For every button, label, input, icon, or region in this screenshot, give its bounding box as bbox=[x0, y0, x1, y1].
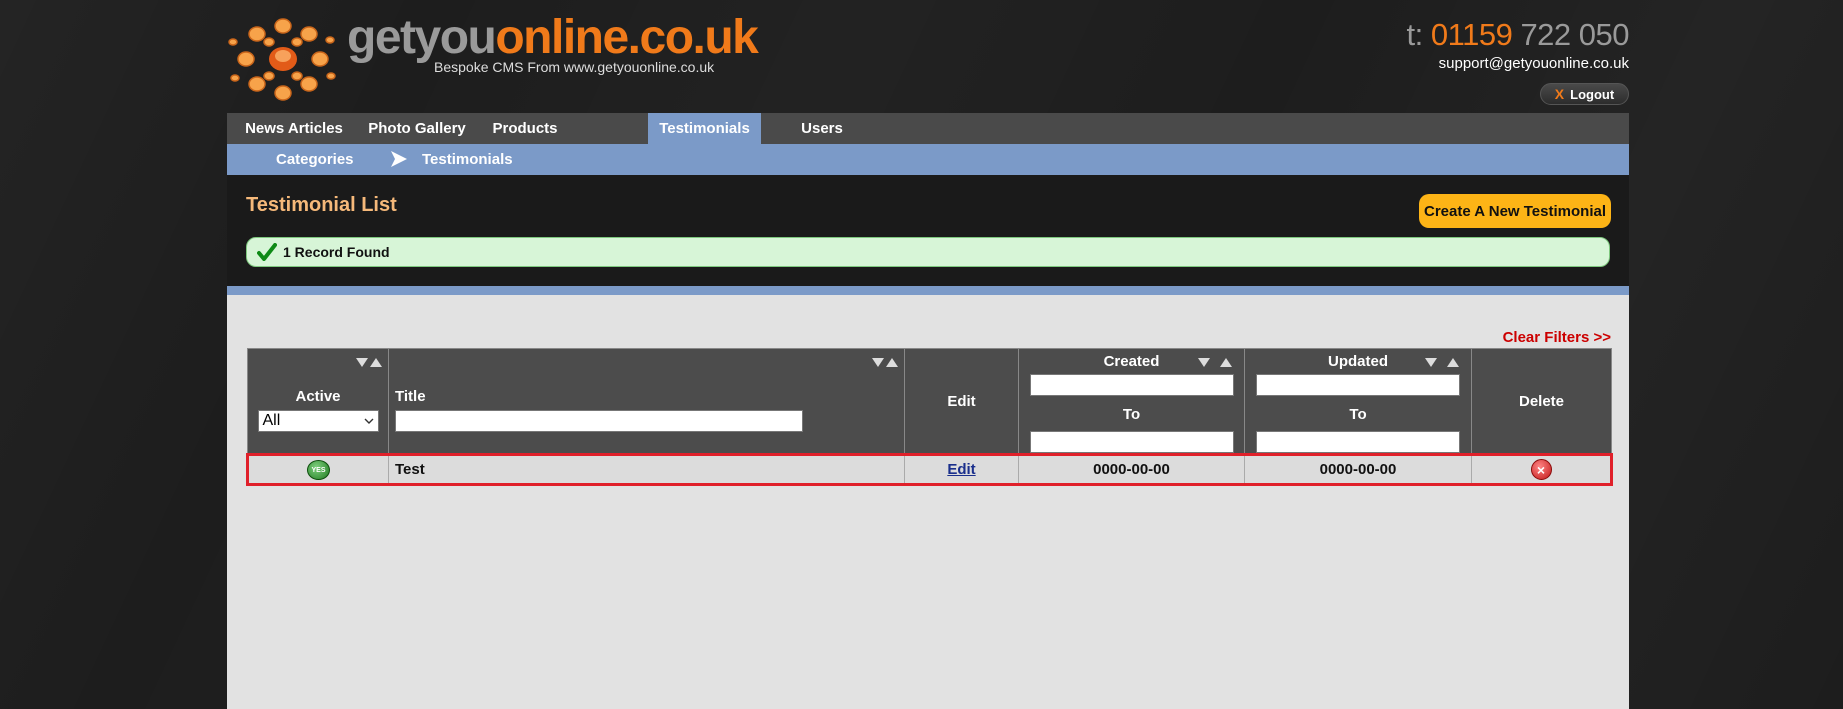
main-nav: News Articles Photo Gallery Products Tes… bbox=[227, 113, 1629, 144]
sub-nav: Categories Testimonials bbox=[227, 144, 1629, 175]
cell-active: YES bbox=[246, 453, 389, 486]
col-active-header: Active All bbox=[247, 348, 389, 455]
header: getyouonline.co.uk Bespoke CMS From www.… bbox=[227, 0, 1629, 113]
logout-label: Logout bbox=[1570, 86, 1615, 102]
title-band: Testimonial List Create A New Testimonia… bbox=[227, 175, 1629, 286]
sort-desc-icon[interactable] bbox=[872, 358, 884, 367]
sort-arrows-icon bbox=[1198, 358, 1232, 367]
sort-desc-icon[interactable] bbox=[356, 358, 368, 367]
sort-arrows-icon bbox=[356, 358, 382, 367]
cell-created: 0000-00-00 bbox=[1018, 453, 1245, 486]
table-header-row: Active All Title Edit Created To Updated… bbox=[247, 348, 1612, 455]
page-container: getyouonline.co.uk Bespoke CMS From www.… bbox=[227, 0, 1629, 709]
page-title: Testimonial List bbox=[246, 194, 397, 216]
chevron-down-icon bbox=[364, 418, 373, 424]
check-icon bbox=[257, 243, 277, 261]
divider-bar bbox=[227, 286, 1629, 295]
subnav-testimonials[interactable]: Testimonials bbox=[422, 144, 513, 175]
cell-edit: Edit bbox=[904, 453, 1019, 486]
nav-users[interactable]: Users bbox=[794, 113, 850, 144]
logo-tagline: Bespoke CMS From www.getyouonline.co.uk bbox=[434, 59, 715, 75]
create-testimonial-button[interactable]: Create A New Testimonial bbox=[1419, 194, 1611, 228]
sort-asc-icon[interactable] bbox=[886, 358, 898, 367]
col-delete-header: Delete bbox=[1471, 348, 1612, 455]
phone-part2: 722 050 bbox=[1520, 17, 1629, 52]
cell-delete: × bbox=[1471, 453, 1613, 486]
active-filter-select[interactable]: All bbox=[257, 410, 379, 432]
logo-wordmark: getyouonline.co.uk bbox=[347, 10, 759, 65]
updated-from-input[interactable] bbox=[1256, 374, 1460, 396]
updated-to-input[interactable] bbox=[1256, 431, 1460, 453]
records-found-text: 1 Record Found bbox=[283, 244, 390, 260]
col-title-label: Title bbox=[395, 388, 426, 405]
logo-wordmark-part2: online.co.uk bbox=[495, 11, 759, 64]
subnav-categories[interactable]: Categories bbox=[276, 144, 354, 175]
delete-x-icon[interactable]: × bbox=[1530, 459, 1552, 480]
logo-wordmark-part1: getyou bbox=[347, 11, 497, 64]
col-created-header: Created To bbox=[1018, 348, 1245, 455]
phone-part1: 01159 bbox=[1430, 17, 1513, 52]
sort-arrows-icon bbox=[872, 358, 898, 367]
records-found-banner: 1 Record Found bbox=[246, 237, 1610, 267]
nav-testimonials[interactable]: Testimonials bbox=[648, 113, 761, 144]
active-filter-value: All bbox=[262, 412, 281, 429]
support-email: support@getyouonline.co.uk bbox=[1438, 55, 1629, 72]
testimonials-table: Active All Title Edit Created To Updated… bbox=[246, 348, 1613, 486]
nav-photo-gallery[interactable]: Photo Gallery bbox=[365, 113, 469, 144]
sort-desc-icon[interactable] bbox=[1425, 358, 1437, 367]
sun-logo-icon bbox=[228, 18, 336, 101]
yes-badge-icon[interactable]: YES bbox=[307, 460, 330, 481]
cell-updated: 0000-00-00 bbox=[1244, 453, 1472, 486]
table-row: YES Test Edit 0000-00-00 0000-00-00 × bbox=[246, 453, 1613, 486]
sort-asc-icon[interactable] bbox=[370, 358, 382, 367]
title-filter-input[interactable] bbox=[395, 410, 803, 432]
sort-arrows-icon bbox=[1425, 358, 1459, 367]
logout-button[interactable]: X Logout bbox=[1540, 83, 1629, 105]
sort-asc-icon[interactable] bbox=[1220, 358, 1232, 367]
edit-link[interactable]: Edit bbox=[947, 461, 975, 478]
content-area: Clear Filters >> Active All Title Edit C… bbox=[227, 295, 1629, 709]
phone-number: t: 01159 722 050 bbox=[1406, 17, 1630, 53]
created-to-label: To bbox=[1122, 406, 1141, 423]
clear-filters-link[interactable]: Clear Filters >> bbox=[1503, 329, 1611, 346]
arrow-right-icon bbox=[391, 151, 407, 167]
col-edit-header: Edit bbox=[904, 348, 1019, 455]
created-to-input[interactable] bbox=[1029, 431, 1234, 453]
nav-news-articles[interactable]: News Articles bbox=[241, 113, 347, 144]
phone-prefix: t: bbox=[1406, 17, 1424, 52]
col-title-header: Title bbox=[388, 348, 905, 455]
logout-x-icon: X bbox=[1554, 86, 1565, 102]
col-updated-header: Updated To bbox=[1244, 348, 1472, 455]
sort-asc-icon[interactable] bbox=[1447, 358, 1459, 367]
created-from-input[interactable] bbox=[1029, 374, 1234, 396]
col-active-label: Active bbox=[295, 388, 341, 405]
sort-desc-icon[interactable] bbox=[1198, 358, 1210, 367]
nav-products[interactable]: Products bbox=[488, 113, 562, 144]
cell-title: Test bbox=[388, 453, 905, 486]
updated-to-label: To bbox=[1349, 406, 1367, 423]
